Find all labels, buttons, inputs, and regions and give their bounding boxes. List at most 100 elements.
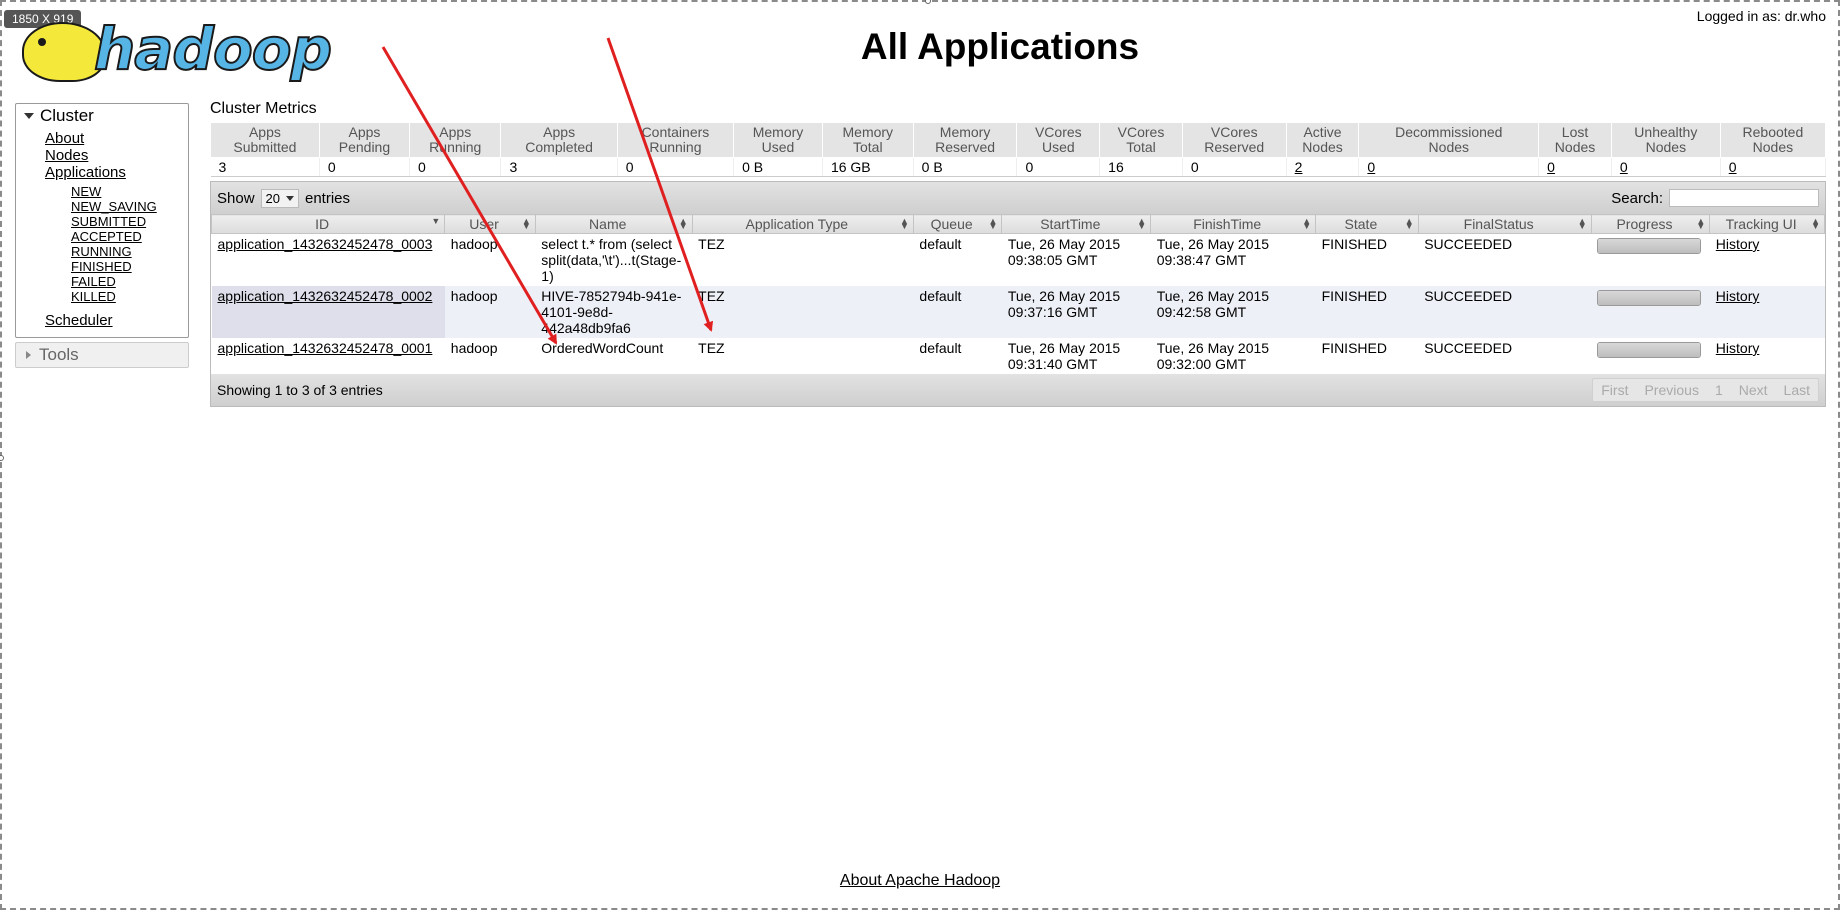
entries-select[interactable]: 20 bbox=[260, 188, 299, 208]
metric-header-line1: Apps bbox=[348, 124, 381, 140]
history-link[interactable]: History bbox=[1716, 236, 1760, 252]
nav-state-failed[interactable]: FAILED bbox=[71, 274, 188, 289]
nav-scheduler[interactable]: Scheduler bbox=[45, 312, 188, 329]
sort-icon: ▼ bbox=[431, 216, 441, 226]
resize-handle-left[interactable] bbox=[0, 455, 4, 461]
cluster-nav: Cluster About Nodes Applications NEW NEW… bbox=[15, 103, 189, 338]
application-id-link[interactable]: application_1432632452478_0003 bbox=[218, 236, 433, 252]
metric-value-link[interactable]: 0 bbox=[1729, 159, 1737, 175]
nav-state-running[interactable]: RUNNING bbox=[71, 244, 188, 259]
column-header[interactable]: FinalStatus ▲ ▼ bbox=[1417, 214, 1592, 234]
nav-state-accepted[interactable]: ACCEPTED bbox=[71, 229, 188, 244]
metric-header-line2: Reserved bbox=[935, 139, 996, 155]
metric-value: 0 bbox=[1611, 157, 1721, 177]
application-id-link[interactable]: application_1432632452478_0001 bbox=[218, 340, 433, 356]
cell-start: Tue, 26 May 2015 09:31:40 GMT bbox=[1001, 338, 1151, 374]
metric-header: Memory Reserved bbox=[912, 122, 1018, 158]
column-header-label: State bbox=[1344, 216, 1378, 232]
history-link[interactable]: History bbox=[1716, 340, 1760, 356]
column-header[interactable]: ID ▼ bbox=[210, 214, 446, 234]
metric-header-line1: Apps bbox=[543, 124, 576, 140]
cell-id: application_1432632452478_0001 bbox=[211, 338, 445, 374]
column-header[interactable]: Tracking UI ▲ ▼ bbox=[1709, 214, 1825, 234]
table-row: application_1432632452478_0003 hadoop sele… bbox=[211, 233, 1825, 286]
metric-value: 0 bbox=[1358, 157, 1540, 177]
metric-header: Lost Nodes bbox=[1538, 122, 1612, 158]
cell-finish: Tue, 26 May 2015 09:38:47 GMT bbox=[1150, 233, 1316, 286]
metric-header-line2: Reserved bbox=[1204, 139, 1265, 155]
search-input[interactable] bbox=[1669, 189, 1819, 207]
table-row: application_1432632452478_0002 hadoop HIVE… bbox=[211, 286, 1825, 338]
cell-name: OrderedWordCount bbox=[535, 338, 693, 374]
nav-state-killed[interactable]: KILLED bbox=[71, 289, 188, 304]
column-header[interactable]: Name ▲ ▼ bbox=[534, 214, 693, 234]
column-header[interactable]: FinishTime ▲ ▼ bbox=[1150, 214, 1317, 234]
metric-header: VCores Total bbox=[1099, 122, 1183, 158]
metric-header-line2: Total bbox=[853, 139, 883, 155]
sort-icon: ▲ ▼ bbox=[1696, 216, 1706, 231]
column-header-label: ID bbox=[315, 216, 330, 232]
sort-icon: ▲ ▼ bbox=[1811, 216, 1820, 231]
dropdown-caret-icon bbox=[286, 195, 294, 201]
cell-progress bbox=[1591, 286, 1710, 338]
metric-value-link[interactable]: 0 bbox=[1367, 159, 1375, 175]
nav-state-new-saving[interactable]: NEW_SAVING bbox=[71, 199, 188, 214]
nav-nodes[interactable]: Nodes bbox=[45, 147, 188, 164]
app-state-links: NEW NEW_SAVING SUBMITTED ACCEPTED RUNNIN… bbox=[45, 184, 188, 304]
nav-state-new[interactable]: NEW bbox=[71, 184, 188, 199]
column-header[interactable]: Application Type ▲ ▼ bbox=[691, 214, 914, 234]
metric-header-line1: Memory bbox=[939, 124, 991, 140]
cell-type: TEZ bbox=[692, 233, 914, 286]
metric-header-line2: Nodes bbox=[1428, 139, 1470, 155]
metric-header-line1: VCores bbox=[1034, 124, 1082, 140]
pager-1[interactable]: 1 bbox=[1707, 379, 1731, 401]
footer: About Apache Hadoop bbox=[0, 872, 1840, 890]
column-header[interactable]: User ▲ ▼ bbox=[444, 214, 536, 234]
cell-user: hadoop bbox=[444, 233, 536, 286]
history-link[interactable]: History bbox=[1716, 288, 1760, 304]
metric-header-line2: Running bbox=[649, 139, 702, 155]
metric-header-line1: Memory bbox=[842, 124, 894, 140]
metric-header-line2: Completed bbox=[525, 139, 593, 155]
pager-previous[interactable]: Previous bbox=[1636, 379, 1706, 401]
nav-state-submitted[interactable]: SUBMITTED bbox=[71, 214, 188, 229]
cell-start: Tue, 26 May 2015 09:37:16 GMT bbox=[1001, 286, 1151, 338]
metric-value-link[interactable]: 0 bbox=[1620, 159, 1628, 175]
metric-header: Apps Running bbox=[409, 122, 502, 158]
metric-value-link[interactable]: 0 bbox=[1547, 159, 1555, 175]
column-header-label: User bbox=[469, 216, 499, 232]
pager-last[interactable]: Last bbox=[1776, 379, 1818, 401]
cell-state: FINISHED bbox=[1315, 286, 1419, 338]
nav-state-finished[interactable]: FINISHED bbox=[71, 259, 188, 274]
cell-progress bbox=[1591, 338, 1710, 374]
metric-header: Containers Running bbox=[616, 122, 735, 158]
column-header[interactable]: State ▲ ▼ bbox=[1315, 214, 1419, 234]
sort-icon: ▲ ▼ bbox=[899, 216, 909, 231]
metric-header-line1: Rebooted bbox=[1742, 124, 1804, 140]
column-header[interactable]: Queue ▲ ▼ bbox=[912, 214, 1003, 234]
nav-about[interactable]: About bbox=[45, 130, 188, 147]
metric-header-line1: Lost bbox=[1561, 124, 1589, 140]
metric-header-line2: Total bbox=[1126, 139, 1156, 155]
pager-first[interactable]: First bbox=[1593, 379, 1636, 401]
nav-applications[interactable]: Applications bbox=[45, 164, 188, 181]
resize-handle-top[interactable] bbox=[925, 0, 931, 4]
pager-next[interactable]: Next bbox=[1731, 379, 1776, 401]
cell-start: Tue, 26 May 2015 09:38:05 GMT bbox=[1001, 233, 1151, 286]
search-label: Search: bbox=[1611, 189, 1663, 207]
metric-header-line1: Decommissioned bbox=[1395, 124, 1503, 140]
metric-header-line1: Memory bbox=[752, 124, 804, 140]
application-id-link[interactable]: application_1432632452478_0002 bbox=[218, 288, 433, 304]
column-header-label: Tracking UI bbox=[1725, 216, 1797, 232]
metric-value-link[interactable]: 2 bbox=[1295, 159, 1303, 175]
metric-value: 0 B bbox=[733, 157, 823, 177]
cluster-header[interactable]: Cluster bbox=[16, 104, 188, 128]
column-header[interactable]: StartTime ▲ ▼ bbox=[1001, 214, 1152, 234]
metric-value: 2 bbox=[1286, 157, 1360, 177]
metric-header: Memory Used bbox=[733, 122, 823, 158]
column-header[interactable]: Progress ▲ ▼ bbox=[1590, 214, 1711, 234]
about-apache-hadoop-link[interactable]: About Apache Hadoop bbox=[840, 872, 1000, 889]
cell-type: TEZ bbox=[692, 338, 914, 374]
cell-finish: Tue, 26 May 2015 09:42:58 GMT bbox=[1150, 286, 1316, 338]
tools-header[interactable]: Tools bbox=[15, 342, 189, 368]
